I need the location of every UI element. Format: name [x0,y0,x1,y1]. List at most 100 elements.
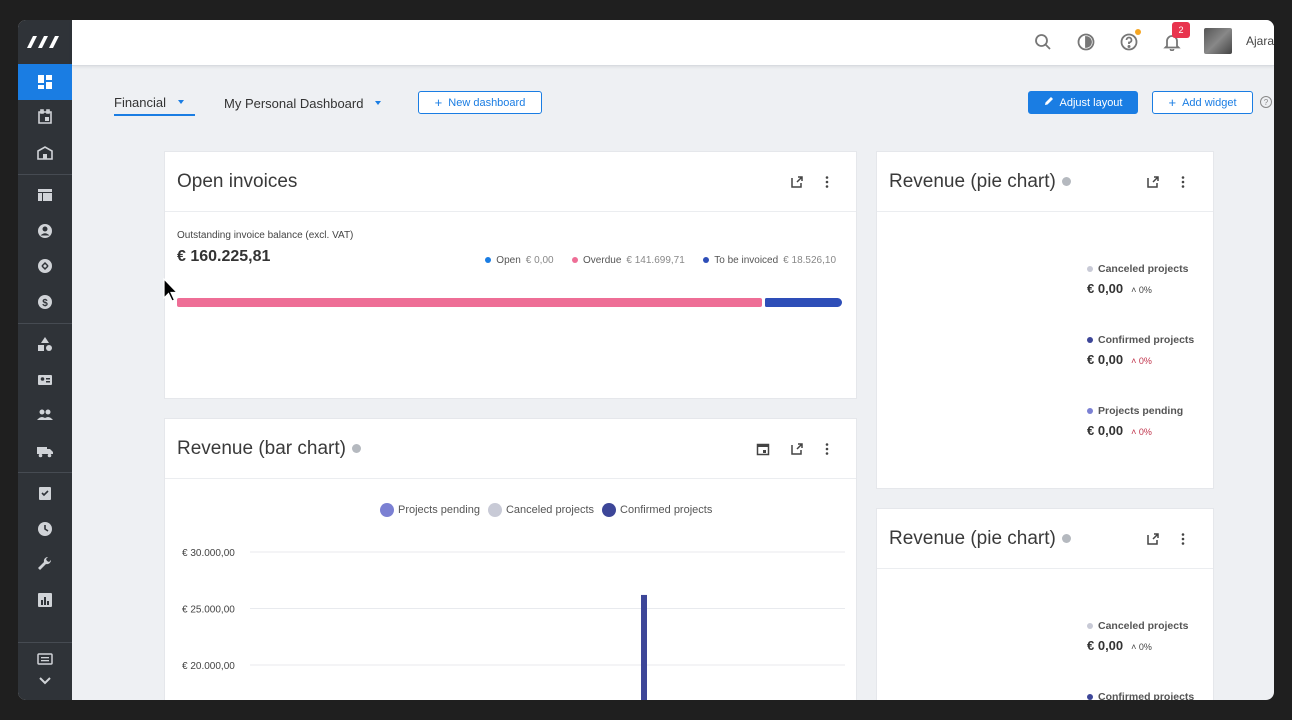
caret-down-icon [178,100,185,104]
svg-text:$: $ [42,298,48,309]
pie-legend-confirmed: Confirmed projects € 0,00 ˄ 0% [1087,334,1195,367]
widget-title: Revenue (pie chart) [889,527,1056,549]
bar-confirmed-projects[interactable] [641,594,647,700]
task-icon [39,487,51,501]
open-external-icon[interactable] [789,174,805,190]
widget-title: Revenue (bar chart) [177,437,346,459]
open-external-icon[interactable] [1145,174,1161,190]
sidebar-item-reports[interactable] [18,582,72,618]
to-be-invoiced-segment [765,298,842,307]
calendar-icon[interactable] [755,441,771,457]
help-icon[interactable] [1118,29,1141,53]
shapes-icon [38,337,52,352]
invoice-subtitle: Outstanding invoice balance (excl. VAT) [177,230,354,241]
tab-financial[interactable]: Financial [114,90,195,116]
clock-icon [38,521,52,536]
chart-legend: Projects pending Canceled projects Confi… [380,503,712,517]
dollar-icon: $ [38,294,52,309]
new-dashboard-label: New dashboard [448,96,526,109]
help-icon[interactable]: ? [1260,96,1272,108]
bar-chart-plot: € 30.000,00 € 25.000,00 € 20.000,00 [182,548,845,700]
legend-open: Open € 0,00 [485,255,554,266]
sidebar-expand-button[interactable] [18,674,72,688]
adjust-layout-button[interactable]: Adjust layout [1028,91,1138,114]
sidebar-item-contact[interactable] [18,213,72,249]
y-tick-label: € 20.000,00 [182,661,235,672]
sidebar-item-table[interactable] [18,178,72,214]
more-vertical-icon[interactable] [819,174,835,190]
app-logo[interactable] [18,20,72,64]
revenue-pie-chart-widget-1: Revenue (pie chart) Canceled projects € … [876,151,1214,489]
more-vertical-icon[interactable] [1175,174,1191,190]
revenue-bar-chart-widget: Revenue (bar chart) Projects pending Can… [164,418,857,700]
people-icon [37,409,53,421]
sidebar-item-finance[interactable]: $ [18,284,72,320]
y-tick-label: € 30.000,00 [182,548,235,559]
report-icon [38,592,52,607]
organization-icon [37,145,53,160]
info-icon[interactable] [351,444,361,453]
timer-icon[interactable] [1075,31,1097,53]
pie-legend-confirmed: Confirmed projects [1087,691,1194,700]
sidebar-item-tasks[interactable] [18,476,72,512]
sidebar-item-feedback[interactable] [18,646,72,674]
adjust-layout-label: Adjust layout [1059,96,1123,109]
sidebar-item-settings[interactable] [18,547,72,583]
sidebar-item-delivery[interactable] [18,433,72,469]
chevron-down-icon [39,676,51,684]
sidebar-item-people[interactable] [18,398,72,434]
new-dashboard-button[interactable]: + New dashboard [418,91,542,114]
search-icon[interactable] [1032,31,1054,53]
dashboard-icon [38,74,52,89]
truck-icon [37,446,53,458]
sidebar-item-sync[interactable] [18,249,72,285]
sync-icon [38,259,52,274]
open-invoices-widget: Open invoices Outstanding invoice balanc… [164,151,857,399]
pie-legend-canceled: Canceled projects € 0,00 ˄ 0% [1087,263,1189,296]
tab-label: Financial [114,94,167,110]
pie-legend-pending: Projects pending € 0,00 ˄ 0% [1087,405,1184,438]
revenue-pie-chart-widget-2: Revenue (pie chart) Canceled projects € … [876,508,1214,700]
legend-confirmed-projects[interactable]: Confirmed projects [602,503,712,517]
invoice-legend: Open € 0,00 Overdue € 141.699,71 To be inv… [471,250,836,268]
legend-projects-pending[interactable]: Projects pending [380,503,480,517]
wrench-icon [38,557,52,571]
sidebar-item-id-card[interactable] [18,362,72,398]
contact-icon [38,223,52,238]
open-external-icon[interactable] [1145,531,1161,547]
more-vertical-icon[interactable] [819,441,835,457]
plus-icon: + [1168,95,1177,110]
info-icon[interactable] [1061,534,1071,543]
invoice-total: € 160.225,81 [177,248,271,265]
tab-label: My Personal Dashboard [224,95,364,111]
sidebar: $ [18,20,72,700]
pencil-icon [1044,96,1054,109]
mouse-cursor-icon [163,278,179,302]
legend-to-be-invoiced: To be invoiced € 18.526,10 [703,255,836,266]
more-vertical-icon[interactable] [1175,531,1191,547]
sidebar-item-time[interactable] [18,511,72,547]
app-window: $ 2 Ajara Financial My Personal Dashboar… [18,20,1274,700]
legend-canceled-projects[interactable]: Canceled projects [487,503,594,517]
pie-legend-canceled: Canceled projects € 0,00 ˄ 0% [1087,620,1189,653]
tab-my-personal-dashboard[interactable]: My Personal Dashboard [224,90,382,116]
y-tick-label: € 25.000,00 [182,605,235,616]
caret-down-icon [375,101,382,105]
calendar-icon [38,109,52,125]
plus-icon: + [434,95,443,110]
add-widget-label: Add widget [1182,96,1237,109]
table-icon [38,189,52,202]
open-external-icon[interactable] [789,441,805,457]
invoice-progress-bar [177,298,842,307]
sidebar-item-organization[interactable] [18,135,72,171]
username[interactable]: Ajara [1246,34,1274,48]
widget-title: Open invoices [177,170,298,192]
sidebar-item-calendar[interactable] [18,100,72,136]
sidebar-item-products[interactable] [18,327,72,363]
info-icon[interactable] [1061,177,1071,186]
id-card-icon [38,374,52,385]
feedback-icon [37,652,53,665]
sidebar-item-dashboard[interactable] [18,64,72,100]
add-widget-button[interactable]: + Add widget [1152,91,1253,114]
avatar[interactable] [1204,28,1232,54]
